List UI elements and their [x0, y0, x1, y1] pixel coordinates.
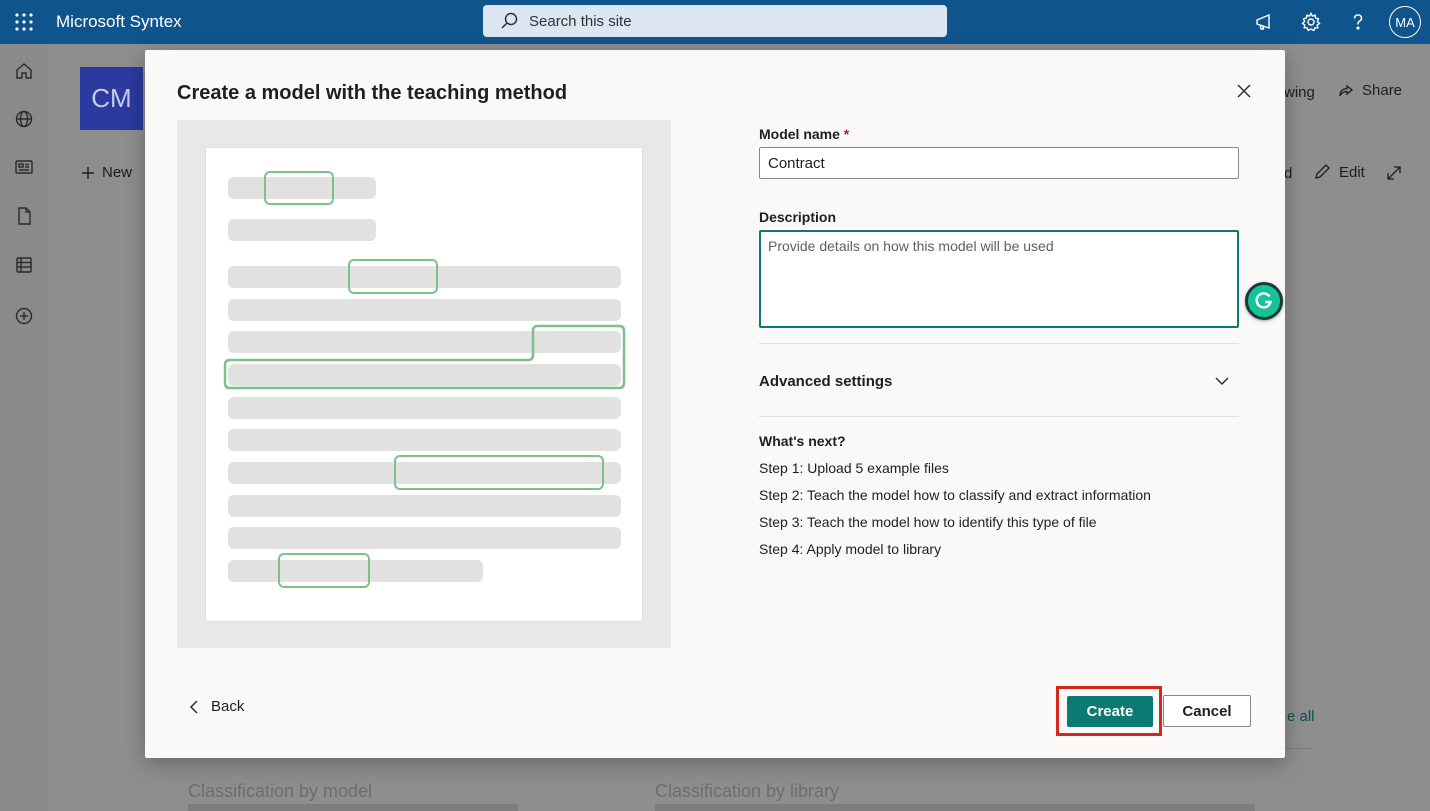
search-icon	[501, 12, 518, 29]
news-icon[interactable]	[14, 157, 34, 177]
close-button[interactable]	[1232, 79, 1256, 103]
help-icon[interactable]	[1334, 0, 1381, 44]
whats-next-title: What's next?	[759, 433, 846, 449]
pencil-icon	[1315, 164, 1330, 179]
new-menu: New	[80, 164, 132, 181]
model-name-label-text: Model name	[759, 126, 840, 142]
label-highlight	[223, 324, 626, 390]
share-action: Share	[1338, 82, 1402, 99]
card-title: Classification by model	[188, 781, 373, 801]
app-launcher-icon[interactable]	[0, 0, 48, 44]
plus-icon	[82, 166, 94, 179]
dialog-title: Create a model with the teaching method	[177, 82, 568, 104]
description-field[interactable]	[759, 230, 1239, 328]
label-highlight	[278, 553, 370, 588]
new-label: New	[102, 164, 133, 181]
list-icon[interactable]	[14, 255, 34, 275]
label-highlight	[394, 455, 604, 490]
megaphone-icon[interactable]	[1240, 0, 1287, 44]
card-subtitle-placeholder	[188, 804, 518, 811]
close-icon	[1237, 84, 1251, 98]
model-name-field[interactable]	[759, 147, 1239, 179]
back-label: Back	[211, 698, 245, 715]
avatar[interactable]: MA	[1389, 6, 1421, 38]
app-name[interactable]: Microsoft Syntex	[56, 12, 182, 32]
step-item: Step 2: Teach the model how to classify …	[759, 487, 1151, 503]
text-line-placeholder	[228, 527, 621, 549]
step-item: Step 3: Teach the model how to identify …	[759, 514, 1097, 530]
home-icon[interactable]	[14, 61, 34, 81]
chevron-down-icon	[1215, 377, 1229, 386]
suite-bar: Microsoft Syntex Search this site MA	[0, 0, 1430, 44]
label-highlight	[264, 171, 334, 205]
details-label: d	[1284, 165, 1293, 182]
description-label: Description	[759, 209, 837, 225]
advanced-settings-toggle[interactable]: Advanced settings	[759, 345, 1239, 417]
divider	[759, 416, 1239, 417]
see-all-link: e all	[1287, 708, 1315, 725]
text-line-placeholder	[228, 429, 621, 451]
share-icon	[1339, 84, 1354, 96]
globe-icon[interactable]	[14, 109, 34, 129]
left-rail	[0, 44, 48, 811]
teaching-illustration	[177, 120, 671, 648]
share-label: Share	[1362, 82, 1403, 99]
required-marker: *	[843, 126, 850, 142]
advanced-settings-label: Advanced settings	[759, 372, 893, 390]
back-button[interactable]: Back	[189, 698, 244, 715]
step-item: Step 1: Upload 5 example files	[759, 460, 949, 476]
text-line-placeholder	[228, 299, 621, 321]
model-name-label: Model name *	[759, 126, 849, 142]
create-button[interactable]: Create	[1067, 696, 1153, 727]
grammarly-icon[interactable]	[1245, 282, 1283, 320]
document-illustration	[205, 147, 643, 622]
search-box[interactable]: Search this site	[483, 5, 947, 37]
edit-action: Edit	[1313, 163, 1365, 181]
following-label: wing	[1284, 84, 1315, 101]
create-model-dialog: Create a model with the teaching method	[145, 50, 1285, 758]
card-subtitle-placeholder	[655, 804, 1255, 811]
add-circle-icon[interactable]	[14, 306, 34, 326]
expand-icon	[1387, 166, 1401, 180]
label-highlight	[348, 259, 438, 294]
cancel-button[interactable]: Cancel	[1163, 695, 1251, 727]
document-icon[interactable]	[14, 206, 34, 226]
site-logo: CM	[80, 67, 143, 130]
search-placeholder: Search this site	[529, 12, 632, 30]
text-line-placeholder	[228, 397, 621, 419]
chevron-left-icon	[189, 699, 198, 714]
gear-icon[interactable]	[1287, 0, 1334, 44]
text-line-placeholder	[228, 219, 376, 241]
edit-label: Edit	[1339, 163, 1365, 181]
create-button-highlight: Create	[1056, 686, 1162, 736]
card-title: Classification by library	[655, 781, 840, 801]
text-line-placeholder	[228, 495, 621, 517]
divider	[759, 343, 1239, 344]
step-item: Step 4: Apply model to library	[759, 541, 942, 557]
